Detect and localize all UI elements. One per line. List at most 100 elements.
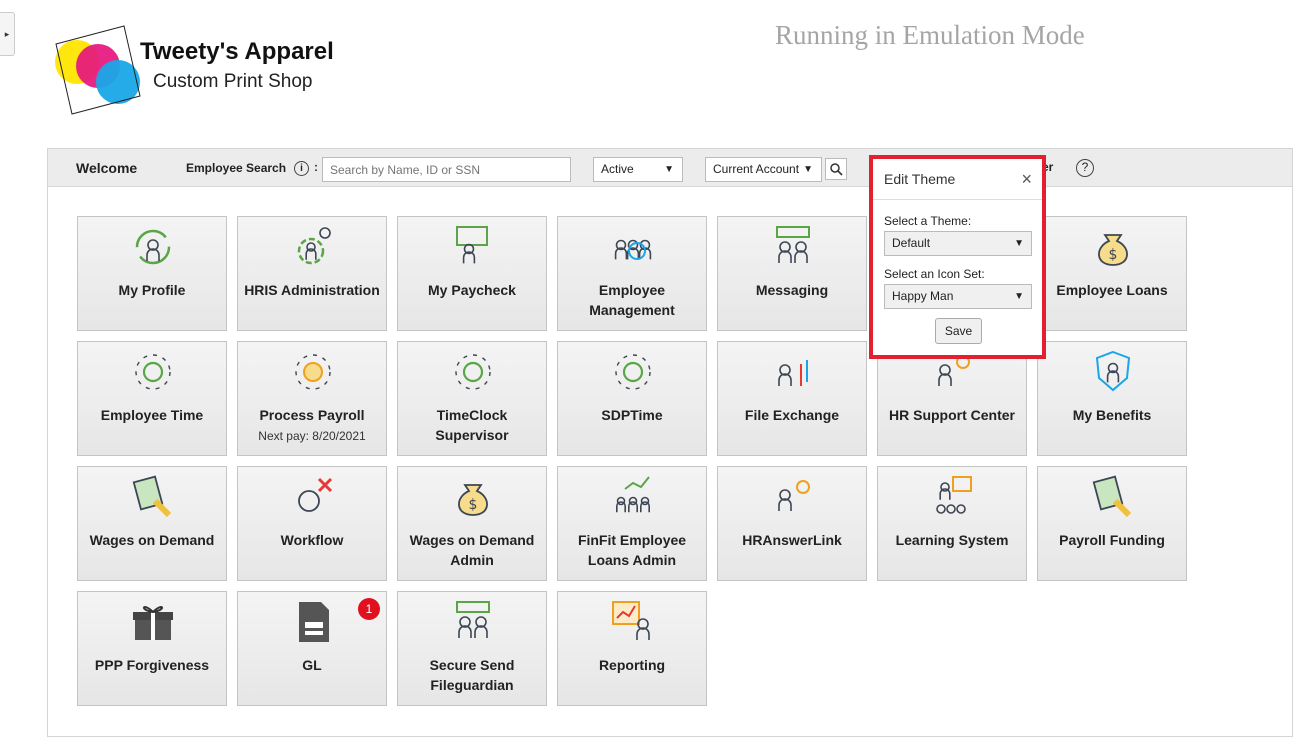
tile-label: HRAnswerLink xyxy=(742,532,842,548)
app-tile-reporting[interactable]: Reporting xyxy=(557,591,707,706)
payroll-cycle-icon xyxy=(295,354,331,390)
logo-subtitle: Custom Print Shop xyxy=(153,71,313,92)
chevron-down-icon: ▼ xyxy=(1014,238,1024,249)
tile-label: Employee Management xyxy=(589,282,675,318)
tile-label: GL xyxy=(302,657,322,673)
search-button[interactable] xyxy=(825,158,847,180)
timeclock-icon xyxy=(455,354,491,390)
sidebar-toggle-button[interactable]: ▸ xyxy=(0,12,15,56)
colon: : xyxy=(314,160,318,174)
paycheck-icon xyxy=(456,226,488,264)
reporting-icon xyxy=(612,601,650,640)
employee-search-label: Employee Search xyxy=(186,161,287,175)
help-icon[interactable]: ? xyxy=(1076,159,1094,177)
status-select[interactable]: Active ▼ xyxy=(593,157,683,182)
app-tile-workflow-tools[interactable]: Workflow xyxy=(237,466,387,581)
tile-label: Learning System xyxy=(895,532,1009,548)
tile-label: Wages on Demand Admin xyxy=(409,532,535,568)
app-tile-hr-answer-idea[interactable]: HRAnswerLink xyxy=(717,466,867,581)
search-icon xyxy=(829,162,843,176)
welcome-label[interactable]: Welcome xyxy=(76,160,137,176)
tile-label: HR Support Center xyxy=(889,407,1015,423)
logo-circles-icon xyxy=(55,25,141,115)
popup-header: Edit Theme × xyxy=(873,159,1042,200)
hr-answer-idea-icon xyxy=(778,480,810,511)
money-bag-admin-icon: $ xyxy=(458,484,488,516)
tile-label: Process Payroll xyxy=(259,407,365,423)
app-tile-money-bag[interactable]: $ Employee Loans xyxy=(1037,216,1187,331)
tile-label: Messaging xyxy=(755,282,829,298)
iconset-select-value: Happy Man xyxy=(892,289,954,303)
tile-label: Reporting xyxy=(598,657,666,673)
app-tile-secure-send[interactable]: Secure Send Fileguardian xyxy=(397,591,547,706)
account-select-value: Current Account xyxy=(713,162,800,176)
svg-text:$: $ xyxy=(469,497,478,513)
app-tile-finfit[interactable]: FinFit Employee Loans Admin xyxy=(557,466,707,581)
iconset-label: Select an Icon Set: xyxy=(884,267,985,281)
tile-label: TimeClock Supervisor xyxy=(435,407,509,443)
finfit-icon xyxy=(616,476,650,513)
app-tile-file-exchange[interactable]: File Exchange xyxy=(717,341,867,456)
tile-label: Secure Send Fileguardian xyxy=(429,657,515,693)
close-icon[interactable]: × xyxy=(1021,169,1032,190)
svg-text:$: $ xyxy=(1109,247,1118,263)
tile-label: SDPTime xyxy=(601,407,663,423)
tile-label: My Benefits xyxy=(1072,407,1152,423)
tile-label: Employee Time xyxy=(100,407,204,423)
tile-label: PPP Forgiveness xyxy=(94,657,210,673)
iconset-select[interactable]: Happy Man ▼ xyxy=(884,284,1032,309)
app-tile-gl-document[interactable]: GL 1 xyxy=(237,591,387,706)
toolbar: Welcome Employee Search i : Active ▼ Cur… xyxy=(48,149,1292,187)
app-tile-cash-hand-funding[interactable]: Payroll Funding xyxy=(1037,466,1187,581)
gift-icon xyxy=(133,606,173,640)
app-tile-sdptime[interactable]: SDPTime xyxy=(557,341,707,456)
employee-search-input[interactable] xyxy=(322,157,571,182)
chevron-down-icon: ▼ xyxy=(803,164,813,175)
app-tile-gift[interactable]: PPP Forgiveness xyxy=(77,591,227,706)
learning-icon xyxy=(936,476,972,514)
edit-theme-popup: Edit Theme × Select a Theme: Default ▼ S… xyxy=(869,155,1046,359)
shield-person-icon xyxy=(1095,350,1131,392)
app-tile-employee-management[interactable]: Employee Management xyxy=(557,216,707,331)
theme-select[interactable]: Default ▼ xyxy=(884,231,1032,256)
app-tile-payroll-cycle[interactable]: Process Payroll Next pay: 8/20/2021 xyxy=(237,341,387,456)
theme-label: Select a Theme: xyxy=(884,214,972,228)
messaging-icon xyxy=(776,226,810,263)
save-button[interactable]: Save xyxy=(935,318,982,344)
app-tile-timeclock[interactable]: TimeClock Supervisor xyxy=(397,341,547,456)
app-tile-hris-gear[interactable]: HRIS Administration xyxy=(237,216,387,331)
notification-badge: 1 xyxy=(358,598,380,620)
app-tile-clock-people[interactable]: Employee Time xyxy=(77,341,227,456)
info-icon[interactable]: i xyxy=(294,161,309,176)
profile-icon xyxy=(135,229,171,265)
hris-gear-icon xyxy=(297,227,331,265)
app-tile-learning[interactable]: Learning System xyxy=(877,466,1027,581)
cash-hand-icon xyxy=(132,475,172,518)
tile-label: Workflow xyxy=(280,532,344,548)
file-exchange-icon xyxy=(778,360,808,386)
app-tile-money-bag-admin[interactable]: $ Wages on Demand Admin xyxy=(397,466,547,581)
tile-label: My Paycheck xyxy=(428,282,516,298)
app-tile-paycheck[interactable]: My Paycheck xyxy=(397,216,547,331)
app-tile-shield-person[interactable]: My Benefits xyxy=(1037,341,1187,456)
tile-subtext: Next pay: 8/20/2021 xyxy=(258,429,366,443)
tile-label: FinFit Employee Loans Admin xyxy=(577,532,687,568)
cash-hand-funding-icon xyxy=(1092,475,1132,518)
chevron-down-icon: ▼ xyxy=(1014,291,1024,302)
logo: Tweety's Apparel Custom Print Shop xyxy=(50,24,370,116)
account-select[interactable]: Current Account ▼ xyxy=(705,157,822,182)
app-tile-cash-hand[interactable]: Wages on Demand xyxy=(77,466,227,581)
clock-people-icon xyxy=(135,354,171,390)
money-bag-icon: $ xyxy=(1098,234,1128,266)
logo-title: Tweety's Apparel xyxy=(140,38,334,65)
employee-management-icon xyxy=(614,239,652,260)
app-tile-profile[interactable]: My Profile xyxy=(77,216,227,331)
tile-label: Wages on Demand xyxy=(89,532,215,548)
sdptime-icon xyxy=(615,354,651,390)
status-select-value: Active xyxy=(601,162,634,176)
emulation-mode-banner: Running in Emulation Mode xyxy=(775,20,1085,50)
tile-label: My Profile xyxy=(118,282,186,298)
tile-label: HRIS Administration xyxy=(244,282,380,298)
chevron-down-icon: ▼ xyxy=(664,164,674,175)
app-tile-messaging[interactable]: Messaging xyxy=(717,216,867,331)
